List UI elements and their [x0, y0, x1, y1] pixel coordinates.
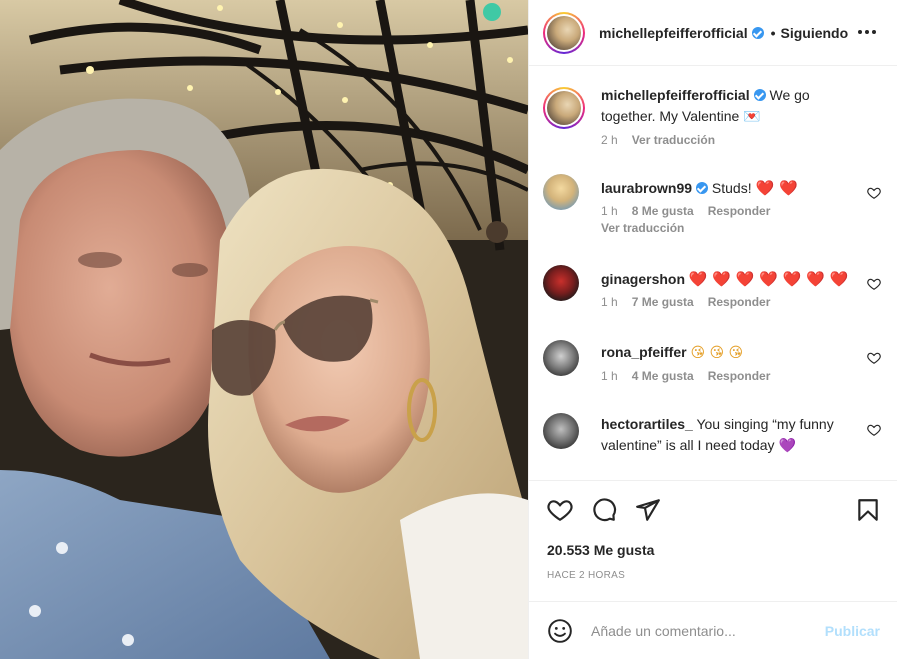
- comment-like-heart-icon[interactable]: [867, 186, 881, 200]
- comment-likes[interactable]: 4 Me gusta: [632, 368, 694, 384]
- more-options-icon[interactable]: [858, 30, 876, 34]
- caption-author-avatar[interactable]: [543, 87, 585, 129]
- author-username[interactable]: michellepfeifferofficial: [599, 25, 748, 41]
- reply-button[interactable]: Responder: [708, 368, 771, 384]
- comment-meta: 1 h 4 Me gusta Responder: [601, 368, 861, 384]
- comment-emoji: ❤️ ❤️ ❤️ ❤️ ❤️ ❤️ ❤️: [688, 270, 849, 288]
- comment-like-heart-icon[interactable]: [867, 423, 881, 437]
- instagram-post-view: michellepfeifferofficial • Siguiendo mic…: [0, 0, 897, 659]
- comment-emoji: ❤️ ❤️: [755, 179, 798, 197]
- comment-likes[interactable]: 8 Me gusta: [632, 203, 694, 219]
- post-photo[interactable]: [0, 0, 528, 659]
- comment-time[interactable]: 1 h: [601, 294, 618, 310]
- heart-icon[interactable]: [547, 497, 573, 523]
- comment-username[interactable]: ginagershon: [601, 271, 685, 287]
- avatar-image: [547, 15, 581, 50]
- verified-badge-icon: [753, 89, 766, 101]
- author-avatar[interactable]: [543, 11, 585, 54]
- comment-time[interactable]: 1 h: [601, 203, 618, 219]
- caption-meta: 2 h Ver traducción: [601, 132, 841, 148]
- caption-time[interactable]: 2 h: [601, 132, 618, 148]
- caption-username[interactable]: michellepfeifferofficial: [601, 87, 750, 103]
- comment-time[interactable]: 1 h: [601, 368, 618, 384]
- bookmark-icon[interactable]: [855, 497, 881, 523]
- comment-likes[interactable]: 7 Me gusta: [632, 294, 694, 310]
- comment-meta: 1 h 7 Me gusta Responder: [601, 294, 861, 310]
- post-side-panel: michellepfeifferofficial • Siguiendo mic…: [528, 0, 897, 659]
- translate-link[interactable]: Ver traducción: [601, 219, 861, 237]
- comment-like-heart-icon[interactable]: [867, 351, 881, 365]
- commenter-avatar[interactable]: [543, 340, 579, 376]
- translate-link[interactable]: Ver traducción: [632, 132, 715, 148]
- comment-username[interactable]: laurabrown99: [601, 180, 692, 196]
- likes-count[interactable]: 20.553 Me gusta: [547, 542, 654, 558]
- header-text: michellepfeifferofficial • Siguiendo: [599, 25, 848, 41]
- publish-button[interactable]: Publicar: [825, 623, 880, 639]
- emoji-icon[interactable]: [547, 618, 573, 644]
- comment-username[interactable]: rona_pfeiffer: [601, 344, 687, 360]
- header-separator: •: [770, 24, 776, 41]
- comment-text: Studs!: [711, 180, 752, 196]
- comment-like-heart-icon[interactable]: [867, 277, 881, 291]
- share-icon[interactable]: [635, 497, 661, 523]
- reply-button[interactable]: Responder: [708, 294, 771, 310]
- add-comment-bar: Añade un comentario... Publicar: [529, 601, 897, 659]
- selfie-image: [0, 0, 528, 659]
- comment-emoji: 😘 😘 😘: [690, 345, 744, 361]
- commenter-avatar[interactable]: [543, 265, 579, 301]
- comment-icon[interactable]: [591, 497, 617, 523]
- commenter-avatar[interactable]: [543, 413, 579, 449]
- caption-emoji: 💌: [743, 109, 761, 125]
- comment-username[interactable]: hectorartiles_: [601, 416, 693, 432]
- post-actions: 20.553 Me gusta HACE 2 HORAS Añade un co…: [529, 480, 897, 659]
- comment-meta: 1 h 8 Me gusta Responder: [601, 203, 861, 219]
- comments-list: michellepfeifferofficial We go together.…: [529, 67, 897, 479]
- post-header: michellepfeifferofficial • Siguiendo: [529, 0, 897, 66]
- verified-badge-icon: [696, 182, 709, 194]
- comment-input[interactable]: Añade un comentario...: [591, 623, 736, 639]
- commenter-avatar[interactable]: [543, 174, 579, 210]
- verified-badge-icon: [751, 26, 764, 39]
- post-time-ago[interactable]: HACE 2 HORAS: [547, 570, 625, 581]
- following-button[interactable]: Siguiendo: [781, 25, 849, 41]
- reply-button[interactable]: Responder: [708, 203, 771, 219]
- comment-emoji: 💜: [778, 438, 796, 454]
